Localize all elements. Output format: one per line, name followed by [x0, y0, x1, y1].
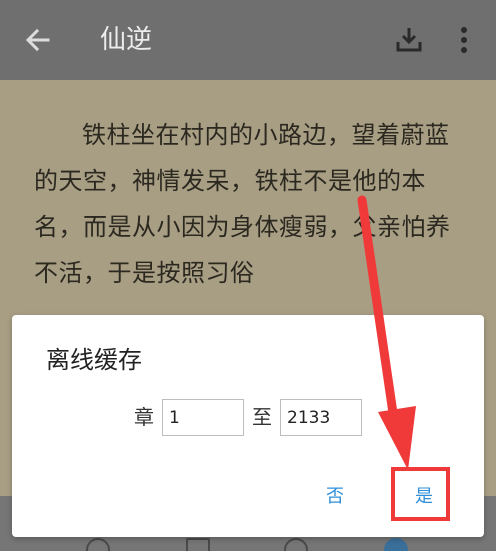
more-vertical-icon[interactable] — [452, 24, 476, 56]
night-mode-icon[interactable] — [284, 538, 308, 551]
end-chapter-input[interactable] — [280, 399, 362, 436]
reader-screen: 仙逆 铁柱坐在村内的小路边，望着蔚蓝的天空，神情发呆，铁柱不是他的本名，而是从小… — [0, 0, 496, 551]
chapter-label: 章 — [134, 405, 154, 429]
no-button[interactable]: 否 — [312, 482, 358, 512]
download-icon[interactable] — [394, 24, 424, 54]
start-chapter-input[interactable] — [162, 399, 244, 436]
dialog-title: 离线缓存 — [46, 346, 142, 374]
annotation-highlight-box — [391, 467, 450, 521]
settings-icon[interactable] — [384, 538, 408, 551]
arrow-left-icon[interactable] — [22, 24, 54, 56]
app-bar: 仙逆 — [0, 0, 496, 80]
book-title: 仙逆 — [100, 25, 153, 55]
catalog-icon[interactable] — [86, 538, 110, 551]
chapter-paragraph: 铁柱坐在村内的小路边，望着蔚蓝的天空，神情发呆，铁柱不是他的本名，而是从小因为身… — [34, 121, 451, 287]
to-label: 至 — [252, 405, 272, 429]
edit-icon[interactable] — [186, 538, 210, 551]
chapter-content: 铁柱坐在村内的小路边，望着蔚蓝的天空，神情发呆，铁柱不是他的本名，而是从小因为身… — [34, 112, 470, 296]
